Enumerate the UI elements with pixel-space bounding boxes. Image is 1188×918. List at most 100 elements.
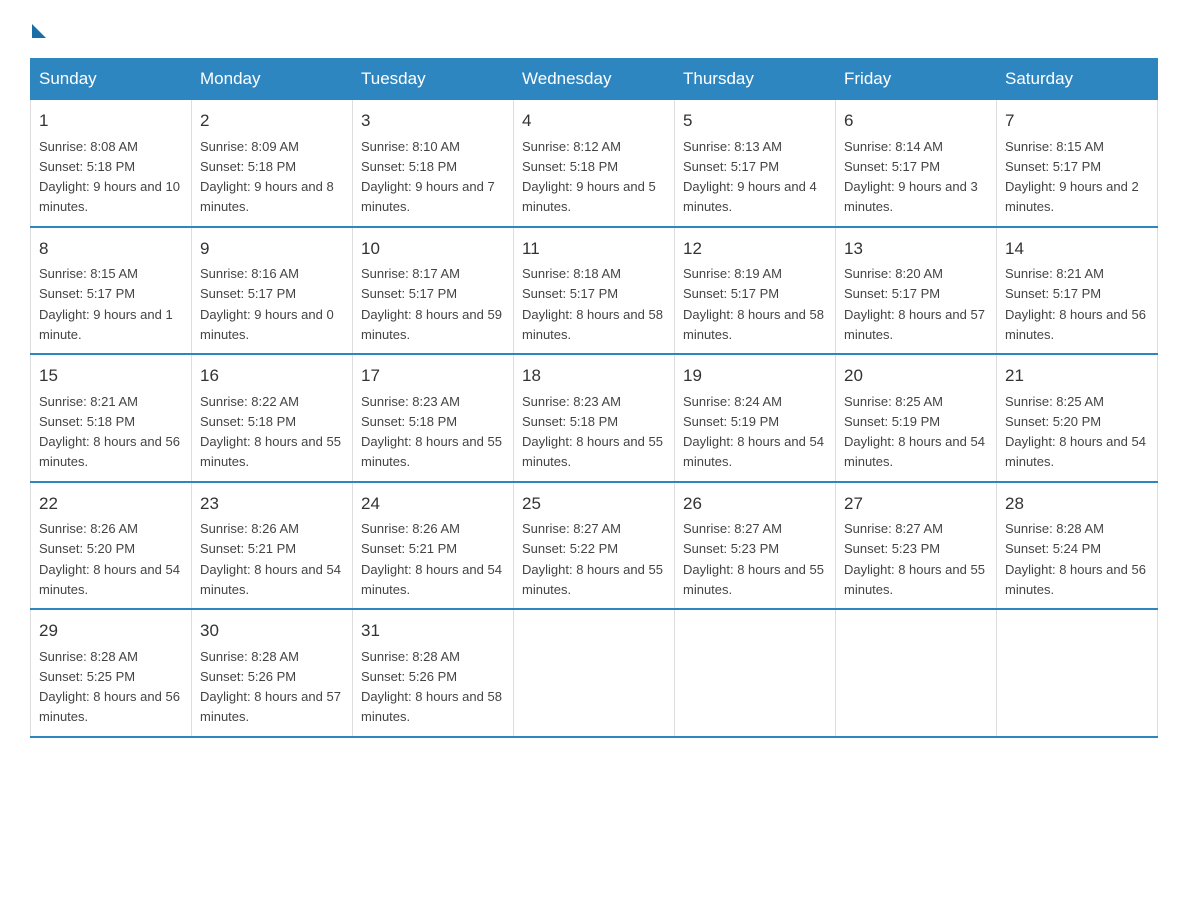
day-info: Sunrise: 8:17 AMSunset: 5:17 PMDaylight:… (361, 266, 502, 342)
day-info: Sunrise: 8:28 AMSunset: 5:25 PMDaylight:… (39, 649, 180, 725)
day-info: Sunrise: 8:09 AMSunset: 5:18 PMDaylight:… (200, 139, 334, 215)
day-info: Sunrise: 8:10 AMSunset: 5:18 PMDaylight:… (361, 139, 495, 215)
day-info: Sunrise: 8:12 AMSunset: 5:18 PMDaylight:… (522, 139, 656, 215)
day-number: 31 (361, 618, 505, 644)
calendar-cell: 26 Sunrise: 8:27 AMSunset: 5:23 PMDaylig… (675, 482, 836, 610)
day-number: 26 (683, 491, 827, 517)
day-info: Sunrise: 8:27 AMSunset: 5:23 PMDaylight:… (844, 521, 985, 597)
day-number: 12 (683, 236, 827, 262)
calendar-cell: 8 Sunrise: 8:15 AMSunset: 5:17 PMDayligh… (31, 227, 192, 355)
week-row-3: 15 Sunrise: 8:21 AMSunset: 5:18 PMDaylig… (31, 354, 1158, 482)
day-number: 4 (522, 108, 666, 134)
calendar-cell: 10 Sunrise: 8:17 AMSunset: 5:17 PMDaylig… (353, 227, 514, 355)
calendar-cell (514, 609, 675, 737)
calendar-cell: 7 Sunrise: 8:15 AMSunset: 5:17 PMDayligh… (997, 100, 1158, 227)
weekday-header-wednesday: Wednesday (514, 59, 675, 100)
calendar-cell (836, 609, 997, 737)
week-row-5: 29 Sunrise: 8:28 AMSunset: 5:25 PMDaylig… (31, 609, 1158, 737)
day-info: Sunrise: 8:26 AMSunset: 5:20 PMDaylight:… (39, 521, 180, 597)
calendar-cell: 2 Sunrise: 8:09 AMSunset: 5:18 PMDayligh… (192, 100, 353, 227)
day-info: Sunrise: 8:23 AMSunset: 5:18 PMDaylight:… (361, 394, 502, 470)
day-info: Sunrise: 8:13 AMSunset: 5:17 PMDaylight:… (683, 139, 817, 215)
week-row-2: 8 Sunrise: 8:15 AMSunset: 5:17 PMDayligh… (31, 227, 1158, 355)
calendar-cell: 14 Sunrise: 8:21 AMSunset: 5:17 PMDaylig… (997, 227, 1158, 355)
calendar-cell: 9 Sunrise: 8:16 AMSunset: 5:17 PMDayligh… (192, 227, 353, 355)
day-number: 5 (683, 108, 827, 134)
day-number: 18 (522, 363, 666, 389)
day-number: 13 (844, 236, 988, 262)
day-number: 25 (522, 491, 666, 517)
calendar-table: SundayMondayTuesdayWednesdayThursdayFrid… (30, 58, 1158, 738)
day-info: Sunrise: 8:22 AMSunset: 5:18 PMDaylight:… (200, 394, 341, 470)
calendar-body: 1 Sunrise: 8:08 AMSunset: 5:18 PMDayligh… (31, 100, 1158, 737)
calendar-cell: 20 Sunrise: 8:25 AMSunset: 5:19 PMDaylig… (836, 354, 997, 482)
day-number: 10 (361, 236, 505, 262)
weekday-header-saturday: Saturday (997, 59, 1158, 100)
week-row-4: 22 Sunrise: 8:26 AMSunset: 5:20 PMDaylig… (31, 482, 1158, 610)
day-number: 28 (1005, 491, 1149, 517)
logo (30, 20, 46, 38)
calendar-cell: 25 Sunrise: 8:27 AMSunset: 5:22 PMDaylig… (514, 482, 675, 610)
day-number: 9 (200, 236, 344, 262)
calendar-cell: 19 Sunrise: 8:24 AMSunset: 5:19 PMDaylig… (675, 354, 836, 482)
day-info: Sunrise: 8:18 AMSunset: 5:17 PMDaylight:… (522, 266, 663, 342)
day-info: Sunrise: 8:25 AMSunset: 5:19 PMDaylight:… (844, 394, 985, 470)
day-info: Sunrise: 8:15 AMSunset: 5:17 PMDaylight:… (39, 266, 173, 342)
day-info: Sunrise: 8:21 AMSunset: 5:18 PMDaylight:… (39, 394, 180, 470)
day-number: 20 (844, 363, 988, 389)
day-number: 11 (522, 236, 666, 262)
day-info: Sunrise: 8:15 AMSunset: 5:17 PMDaylight:… (1005, 139, 1139, 215)
calendar-cell: 21 Sunrise: 8:25 AMSunset: 5:20 PMDaylig… (997, 354, 1158, 482)
calendar-cell (675, 609, 836, 737)
day-info: Sunrise: 8:26 AMSunset: 5:21 PMDaylight:… (361, 521, 502, 597)
day-info: Sunrise: 8:19 AMSunset: 5:17 PMDaylight:… (683, 266, 824, 342)
calendar-cell: 31 Sunrise: 8:28 AMSunset: 5:26 PMDaylig… (353, 609, 514, 737)
calendar-cell: 4 Sunrise: 8:12 AMSunset: 5:18 PMDayligh… (514, 100, 675, 227)
day-number: 17 (361, 363, 505, 389)
day-info: Sunrise: 8:14 AMSunset: 5:17 PMDaylight:… (844, 139, 978, 215)
day-number: 3 (361, 108, 505, 134)
day-number: 30 (200, 618, 344, 644)
weekday-header-friday: Friday (836, 59, 997, 100)
day-number: 1 (39, 108, 183, 134)
calendar-cell: 12 Sunrise: 8:19 AMSunset: 5:17 PMDaylig… (675, 227, 836, 355)
calendar-header: SundayMondayTuesdayWednesdayThursdayFrid… (31, 59, 1158, 100)
day-number: 27 (844, 491, 988, 517)
calendar-cell: 29 Sunrise: 8:28 AMSunset: 5:25 PMDaylig… (31, 609, 192, 737)
day-info: Sunrise: 8:26 AMSunset: 5:21 PMDaylight:… (200, 521, 341, 597)
logo-arrow-icon (32, 24, 46, 38)
day-number: 15 (39, 363, 183, 389)
page-header (30, 20, 1158, 38)
day-number: 6 (844, 108, 988, 134)
day-info: Sunrise: 8:20 AMSunset: 5:17 PMDaylight:… (844, 266, 985, 342)
weekday-header-thursday: Thursday (675, 59, 836, 100)
day-number: 24 (361, 491, 505, 517)
day-number: 8 (39, 236, 183, 262)
day-info: Sunrise: 8:21 AMSunset: 5:17 PMDaylight:… (1005, 266, 1146, 342)
weekday-header-row: SundayMondayTuesdayWednesdayThursdayFrid… (31, 59, 1158, 100)
calendar-cell: 1 Sunrise: 8:08 AMSunset: 5:18 PMDayligh… (31, 100, 192, 227)
calendar-cell: 30 Sunrise: 8:28 AMSunset: 5:26 PMDaylig… (192, 609, 353, 737)
calendar-cell: 22 Sunrise: 8:26 AMSunset: 5:20 PMDaylig… (31, 482, 192, 610)
day-number: 7 (1005, 108, 1149, 134)
calendar-cell: 16 Sunrise: 8:22 AMSunset: 5:18 PMDaylig… (192, 354, 353, 482)
day-info: Sunrise: 8:23 AMSunset: 5:18 PMDaylight:… (522, 394, 663, 470)
calendar-cell: 27 Sunrise: 8:27 AMSunset: 5:23 PMDaylig… (836, 482, 997, 610)
day-info: Sunrise: 8:28 AMSunset: 5:24 PMDaylight:… (1005, 521, 1146, 597)
day-number: 14 (1005, 236, 1149, 262)
calendar-cell: 17 Sunrise: 8:23 AMSunset: 5:18 PMDaylig… (353, 354, 514, 482)
weekday-header-tuesday: Tuesday (353, 59, 514, 100)
weekday-header-monday: Monday (192, 59, 353, 100)
day-number: 21 (1005, 363, 1149, 389)
calendar-cell: 15 Sunrise: 8:21 AMSunset: 5:18 PMDaylig… (31, 354, 192, 482)
day-info: Sunrise: 8:27 AMSunset: 5:22 PMDaylight:… (522, 521, 663, 597)
day-info: Sunrise: 8:16 AMSunset: 5:17 PMDaylight:… (200, 266, 334, 342)
calendar-cell: 13 Sunrise: 8:20 AMSunset: 5:17 PMDaylig… (836, 227, 997, 355)
calendar-cell: 28 Sunrise: 8:28 AMSunset: 5:24 PMDaylig… (997, 482, 1158, 610)
day-number: 2 (200, 108, 344, 134)
day-number: 16 (200, 363, 344, 389)
calendar-cell: 18 Sunrise: 8:23 AMSunset: 5:18 PMDaylig… (514, 354, 675, 482)
day-number: 22 (39, 491, 183, 517)
day-number: 29 (39, 618, 183, 644)
calendar-cell: 24 Sunrise: 8:26 AMSunset: 5:21 PMDaylig… (353, 482, 514, 610)
